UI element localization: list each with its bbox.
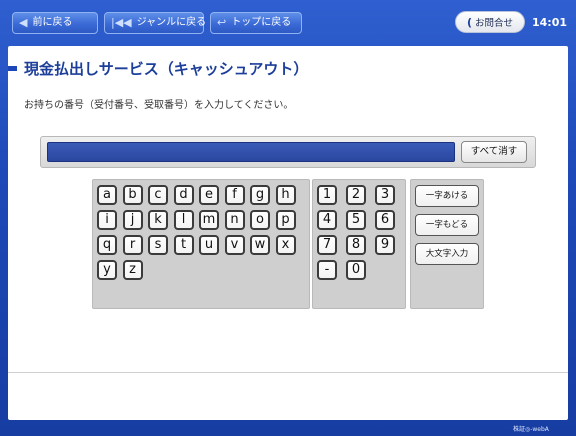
top-back-button-label: トップに戻る [231,17,292,28]
inquiry-button-label: お問合せ [475,18,514,29]
key-letter[interactable]: d [173,185,194,205]
key-digit[interactable]: 5 [346,210,366,230]
key-letter[interactable]: y [97,260,117,280]
key-letter[interactable]: r [122,235,143,255]
uppercase-button[interactable]: 大文字入力 [415,243,479,265]
top-bar: ◀ 前に戻る |◀◀ ジャンルに戻る ↩ トップに戻る ( お問合せ 14:01 [0,0,576,44]
screen-frame: ◀ 前に戻る |◀◀ ジャンルに戻る ↩ トップに戻る ( お問合せ 14:01… [0,0,576,436]
function-keypad: 一字あける一字もどる大文字入力 [410,179,484,309]
key-letter[interactable]: n [224,210,245,230]
page-title: 現金払出しサービス（キャッシュアウト） [24,60,309,78]
digit-keypad: 123 456 789 -0 [312,179,406,309]
key-digit[interactable]: 7 [317,235,337,255]
title-marker [8,66,17,71]
key-letter[interactable]: p [275,210,296,230]
key-letter[interactable]: x [275,235,296,255]
key-digit[interactable]: 4 [317,210,337,230]
key-letter[interactable]: s [148,235,168,255]
clear-all-button[interactable]: すべて消す [461,141,527,163]
genre-back-button-label: ジャンルに戻る [136,17,207,28]
key-letter[interactable]: h [275,185,296,205]
genre-back-button[interactable]: |◀◀ ジャンルに戻る [104,12,207,34]
backspace-button[interactable]: 一字もどる [415,214,479,236]
triangle-left-icon: ◀ [19,16,28,29]
key-letter[interactable]: w [250,235,270,255]
key-digit[interactable]: - [317,260,337,280]
key-letter[interactable]: t [173,235,194,255]
key-letter[interactable]: g [250,185,270,205]
footer-label: 株証◎-webA [513,426,549,433]
key-letter[interactable]: i [97,210,117,230]
input-area: すべて消す [40,136,536,168]
insert-space-button[interactable]: 一字あける [415,185,479,207]
key-digit[interactable]: 9 [375,235,395,255]
key-letter[interactable]: c [148,185,168,205]
key-digit[interactable]: 0 [346,260,366,280]
key-letter[interactable]: f [224,185,245,205]
key-letter[interactable]: e [199,185,219,205]
key-digit[interactable]: 1 [317,185,337,205]
key-letter[interactable]: v [224,235,245,255]
key-digit[interactable]: 8 [346,235,366,255]
clock: 14:01 [532,16,568,29]
instruction-text: お持ちの番号（受付番号、受取番号）を入力してください。 [24,100,294,111]
return-arrow-icon: ↩ [217,16,227,29]
key-letter[interactable]: b [122,185,143,205]
top-back-button[interactable]: ↩ トップに戻る [210,12,302,34]
inquiry-button[interactable]: ( お問合せ [455,11,525,33]
key-letter[interactable]: q [97,235,117,255]
key-letter[interactable]: o [250,210,270,230]
number-input[interactable] [47,142,455,162]
key-letter[interactable]: j [122,210,143,230]
key-letter[interactable]: u [199,235,219,255]
key-letter[interactable]: z [122,260,143,280]
back-button-label: 前に戻る [32,17,73,28]
key-letter[interactable]: a [97,185,117,205]
key-letter[interactable]: k [148,210,168,230]
letter-keypad: abcdefgh ijklmnop qrstuvwx yz [92,179,310,309]
back-button[interactable]: ◀ 前に戻る [12,12,98,34]
key-letter[interactable]: m [199,210,219,230]
skip-back-icon: |◀◀ [111,16,132,29]
key-digit[interactable]: 3 [375,185,395,205]
key-letter[interactable]: l [173,210,194,230]
key-digit[interactable]: 2 [346,185,366,205]
main-panel: 現金払出しサービス（キャッシュアウト） お持ちの番号（受付番号、受取番号）を入力… [8,46,568,420]
key-digit[interactable]: 6 [375,210,395,230]
panel-divider [8,372,568,373]
phone-icon: ( [466,15,472,29]
